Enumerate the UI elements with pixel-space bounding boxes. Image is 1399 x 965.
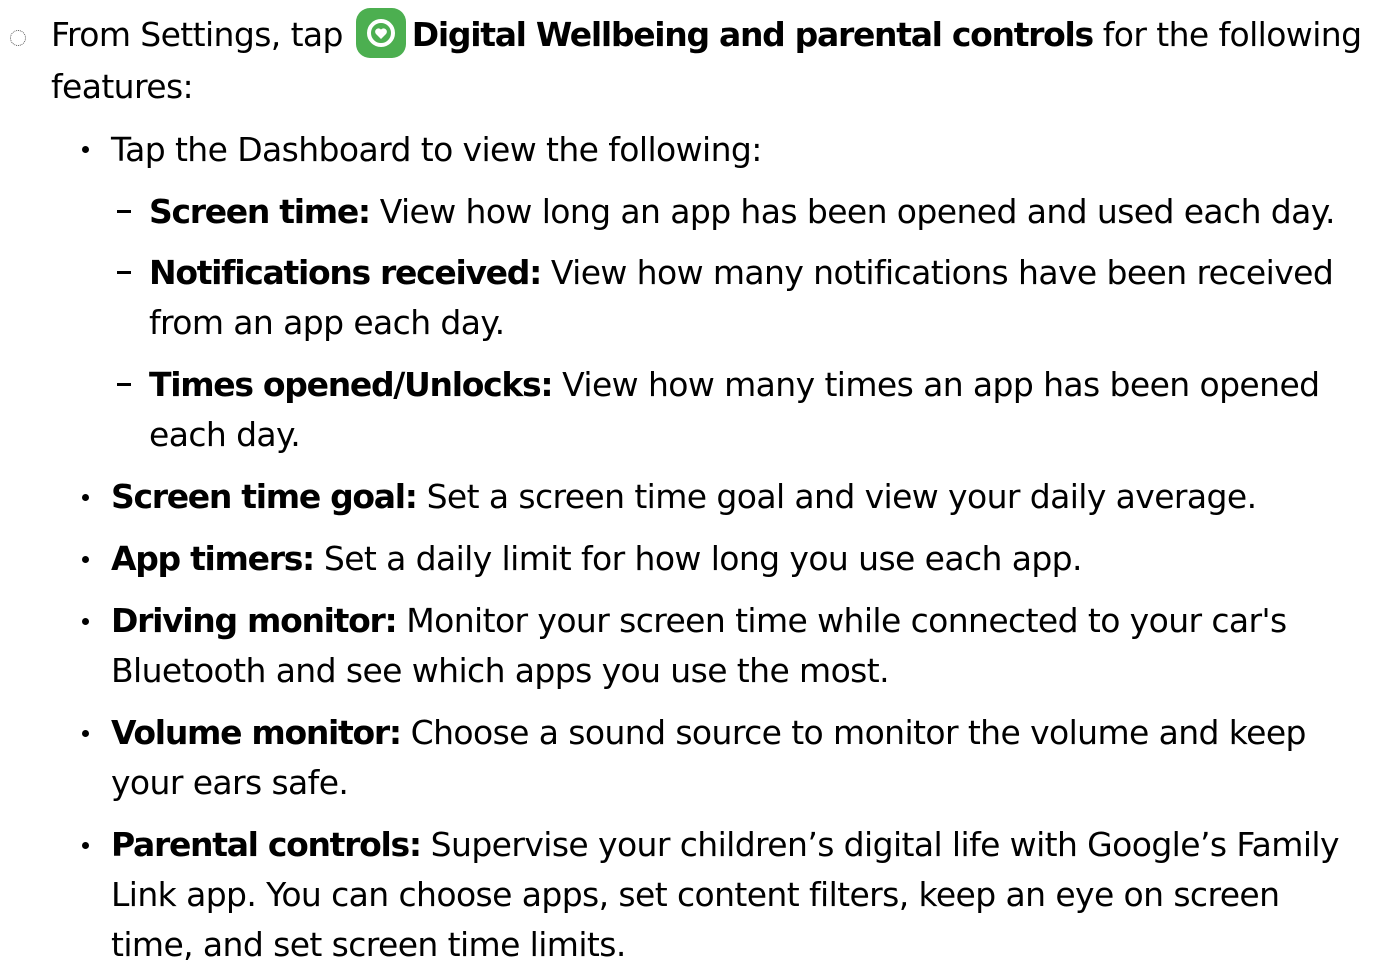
dash-bullet-icon	[117, 210, 131, 213]
intro-line-1: From Settings, tap Digital Wellbeing and…	[51, 7, 1362, 58]
subitem-text: View how many times an app has been open…	[562, 365, 1320, 404]
dot-bullet-icon	[82, 556, 89, 563]
dot-bullet-icon	[82, 494, 89, 501]
dot-bullet-icon	[82, 730, 89, 737]
feature-line: Parental controls: Supervise your childr…	[111, 825, 1340, 865]
feature-line: App timers: Set a daily limit for how lo…	[111, 539, 1083, 579]
subitem-bold-label: Notifications received:	[149, 253, 542, 292]
subitem-line: Notifications received: View how many no…	[149, 253, 1334, 293]
feature-line: Screen time goal: Set a screen time goal…	[111, 477, 1258, 517]
dot-bullet-icon	[82, 618, 89, 625]
feature-line: Volume monitor: Choose a sound source to…	[111, 713, 1306, 753]
feature-bold-label: Parental controls:	[111, 825, 422, 864]
subitem-line: Screen time: View how long an app has be…	[149, 192, 1335, 232]
dashboard-text: Tap the Dashboard to view the following:	[111, 130, 762, 169]
feature-text: Monitor your screen time while connected…	[406, 601, 1287, 640]
subitem-text: View how long an app has been opened and…	[379, 192, 1336, 231]
dot-bullet-icon	[82, 146, 89, 153]
feature-bold-label: Screen time goal:	[111, 477, 418, 516]
dot-bullet-icon	[82, 842, 89, 849]
feature-bold-label: App timers:	[111, 539, 315, 578]
feature-text: Set a screen time goal and view your dai…	[426, 477, 1258, 516]
intro-line-2: features:	[51, 67, 194, 106]
dash-bullet-icon	[117, 383, 131, 386]
feature-bold-label: Driving monitor:	[111, 601, 398, 640]
subitem-bold-label: Times opened/Unlocks:	[149, 365, 554, 404]
feature-text: Choose a sound source to monitor the vol…	[410, 713, 1307, 752]
subitem-line: from an app each day.	[149, 303, 505, 342]
subitem-text: View how many notifications have been re…	[550, 253, 1334, 292]
feature-text: Supervise your children’s digital life w…	[430, 825, 1340, 864]
digital-wellbeing-icon	[355, 7, 406, 58]
subitem-line: Times opened/Unlocks: View how many time…	[149, 365, 1320, 405]
feature-line: Driving monitor: Monitor your screen tim…	[111, 601, 1287, 641]
feature-bold-label: Volume monitor:	[111, 713, 402, 752]
feature-line: Link app. You can choose apps, set conte…	[111, 875, 1280, 914]
feature-line: Bluetooth and see which apps you use the…	[111, 651, 890, 690]
dash-bullet-icon	[117, 271, 131, 274]
subitem-bold-label: Screen time:	[149, 192, 371, 231]
intro-text-after: for the following	[1102, 15, 1362, 54]
feature-text: Set a daily limit for how long you use e…	[323, 539, 1083, 578]
intro-text-before: From Settings, tap	[51, 15, 343, 54]
intro-bold-label: Digital Wellbeing and parental controls	[411, 15, 1094, 54]
feature-line: your ears safe.	[111, 763, 349, 802]
feature-line: time, and set screen time limits.	[111, 925, 626, 964]
circle-bullet-icon	[10, 30, 26, 46]
subitem-line: each day.	[149, 415, 301, 454]
